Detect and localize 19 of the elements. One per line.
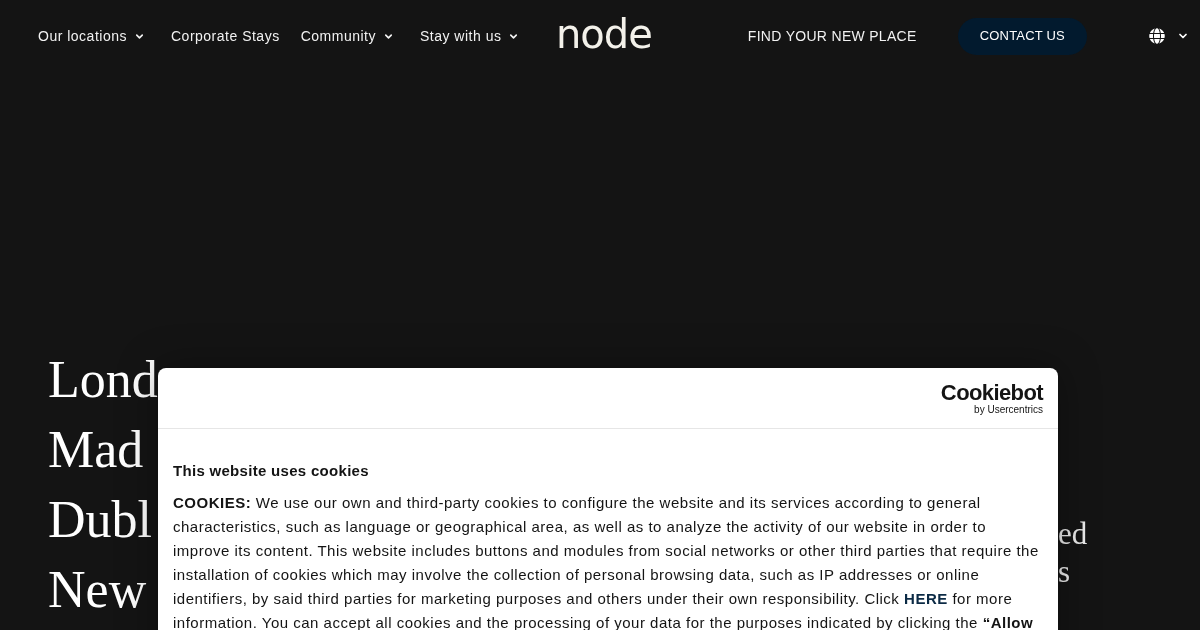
nav-link[interactable]: FIND YOUR NEW PLACE [747, 25, 917, 47]
dialog-title: This website uses cookies [173, 461, 370, 481]
site-logo[interactable]: node [556, 14, 652, 58]
city-heading: Lond [48, 350, 158, 410]
hero-text: ed [1058, 515, 1088, 553]
nav-link[interactable]: Community [300, 25, 394, 47]
globe-icon [1148, 28, 1165, 44]
nav-link[interactable]: Our locations [38, 25, 145, 47]
city-heading: New [48, 560, 147, 620]
more-info-link[interactable]: HERE [904, 590, 948, 607]
city-heading: Mad [48, 420, 144, 480]
logo-wordmark: Cookiebot [940, 381, 1043, 404]
hero-text: s [1058, 553, 1071, 591]
contact-button[interactable]: CONTACT US [957, 17, 1087, 55]
logo-tagline: by Usercentrics [974, 403, 1043, 415]
language-selector[interactable] [1148, 28, 1189, 44]
nav-link[interactable]: Corporate Stays [171, 25, 280, 47]
nav-link[interactable]: Stay with us [419, 25, 520, 47]
city-heading: Dubl [48, 490, 152, 550]
